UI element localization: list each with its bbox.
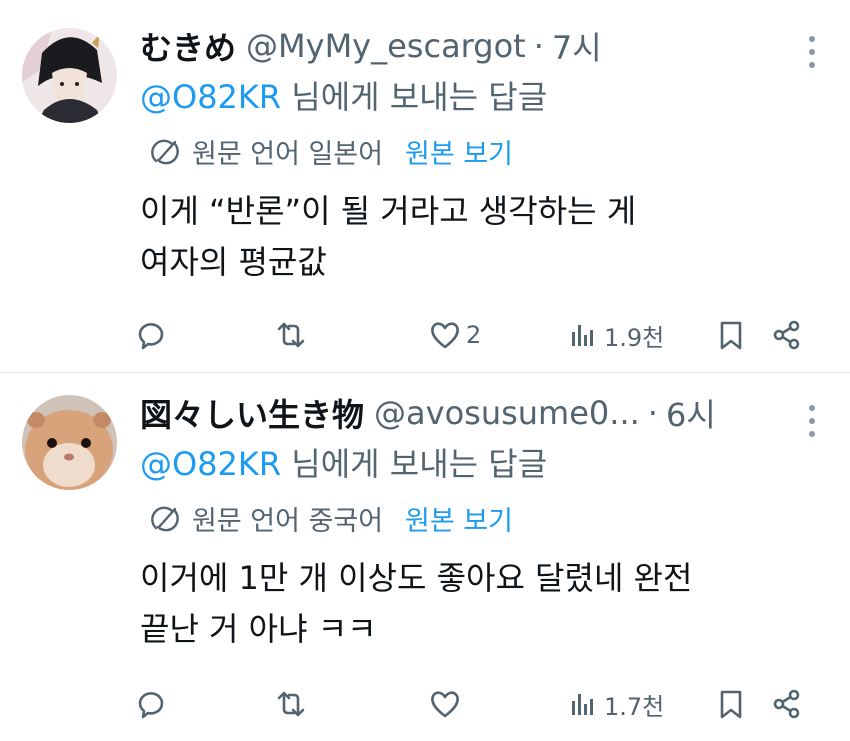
reply-suffix: 님에게 보내는 답글 xyxy=(281,445,548,483)
tweet-header: むきめ @MyMy_escargot · 7시 xyxy=(140,22,850,70)
repost-button[interactable] xyxy=(274,310,308,360)
reply-context: @O82KR 님에게 보내는 답글 xyxy=(140,72,547,118)
view-count: 1.7천 xyxy=(604,692,665,721)
share-icon xyxy=(773,689,800,719)
bookmark-icon xyxy=(720,321,742,350)
tweet-text-line: 이게 “반론”이 될 거라고 생각하는 게 xyxy=(140,192,637,230)
more-options-icon[interactable] xyxy=(808,36,816,68)
tweet-header: 図々しい生き物 @avosusume0... · 6시 xyxy=(140,389,850,437)
heart-icon xyxy=(431,322,459,349)
bookmark-button[interactable] xyxy=(714,679,748,729)
reply-context: @O82KR 님에게 보내는 답글 xyxy=(140,439,547,485)
like-button[interactable] xyxy=(428,679,466,729)
repost-button[interactable] xyxy=(274,679,308,729)
more-options-icon[interactable] xyxy=(808,405,816,437)
timestamp[interactable]: 7시 xyxy=(552,23,602,69)
author-name[interactable]: むきめ xyxy=(140,23,236,69)
heart-icon xyxy=(431,691,459,718)
reply-icon xyxy=(138,323,164,350)
view-original-link[interactable]: 원본 보기 xyxy=(405,499,513,538)
bookmark-icon xyxy=(720,690,742,719)
view-original-link[interactable]: 원본 보기 xyxy=(405,132,513,171)
reply-button[interactable] xyxy=(134,310,168,360)
like-button[interactable]: 2 xyxy=(428,310,481,360)
auto-translate-icon xyxy=(151,139,179,164)
views-bar-chart-icon xyxy=(572,694,593,715)
author-handle[interactable]: @MyMy_escargot xyxy=(246,27,526,65)
reply-mention-link[interactable]: @O82KR xyxy=(140,445,281,483)
share-button[interactable] xyxy=(770,310,804,360)
translation-bar: 원문 언어 중국어 원본 보기 xyxy=(148,499,513,538)
avatar[interactable] xyxy=(22,395,117,490)
separator-dot: · xyxy=(533,27,544,65)
tweet[interactable]: むきめ @MyMy_escargot · 7시 @O82KR 님에게 보내는 답… xyxy=(0,0,850,372)
author-name[interactable]: 図々しい生き物 xyxy=(140,390,364,436)
author-handle[interactable]: @avosusume0... xyxy=(374,394,640,432)
tweet-text: 이게 “반론”이 될 거라고 생각하는 게 여자의 평균값 xyxy=(140,186,636,288)
tweet[interactable]: 図々しい生き物 @avosusume0... · 6시 @O82KR 님에게 보… xyxy=(0,372,850,741)
bookmark-button[interactable] xyxy=(714,310,748,360)
action-bar: 2 1.9천 xyxy=(134,310,814,360)
action-bar: 1.7천 xyxy=(134,679,814,729)
views-button[interactable]: 1.7천 xyxy=(566,679,664,729)
share-icon xyxy=(773,320,800,350)
timestamp[interactable]: 6시 xyxy=(666,390,716,436)
views-bar-chart-icon xyxy=(572,325,593,346)
reply-mention-link[interactable]: @O82KR xyxy=(140,78,281,116)
reply-button[interactable] xyxy=(134,679,168,729)
reply-icon xyxy=(138,692,164,719)
tweet-text: 이거에 1만 개 이상도 좋아요 달렸네 완전 끝난 거 아냐 ㅋㅋ xyxy=(140,553,692,655)
views-button[interactable]: 1.9천 xyxy=(566,310,664,360)
translate-label: 원문 언어 중국어 xyxy=(192,506,384,537)
repost-icon xyxy=(277,691,305,717)
reply-suffix: 님에게 보내는 답글 xyxy=(281,78,548,116)
like-count: 2 xyxy=(466,321,482,349)
tweet-text-line: 이거에 1만 개 이상도 좋아요 달렸네 완전 xyxy=(140,559,693,597)
avatar[interactable] xyxy=(22,28,117,123)
auto-translate-icon xyxy=(151,506,179,531)
share-button[interactable] xyxy=(770,679,804,729)
translation-bar: 원문 언어 일본어 원본 보기 xyxy=(148,132,513,171)
view-count: 1.9천 xyxy=(604,323,665,352)
translate-label: 원문 언어 일본어 xyxy=(192,139,384,170)
tweet-text-line: 끝난 거 아냐 ㅋㅋ xyxy=(140,610,377,648)
separator-dot: · xyxy=(647,394,658,432)
tweet-text-line: 여자의 평균값 xyxy=(140,243,327,281)
repost-icon xyxy=(277,322,305,348)
